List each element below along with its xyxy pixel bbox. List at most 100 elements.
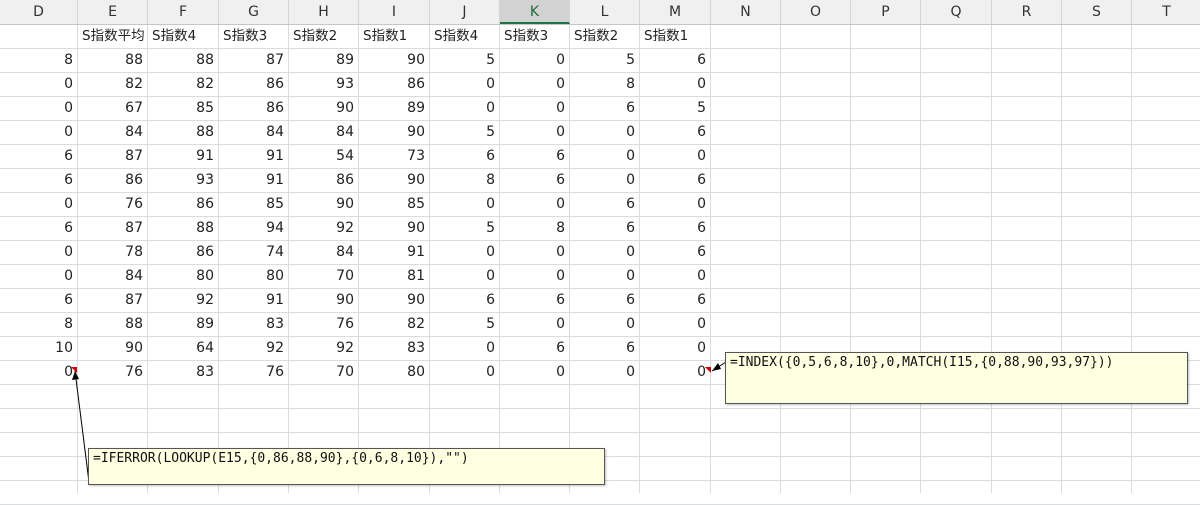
cell-h14[interactable]: 92: [289, 337, 359, 360]
cell-l4[interactable]: 6: [570, 97, 640, 120]
cell-h3[interactable]: 93: [289, 73, 359, 96]
column-header-h[interactable]: H: [289, 0, 359, 24]
cell-f5[interactable]: 88: [148, 121, 219, 144]
cell-j7[interactable]: 8: [430, 169, 500, 192]
column-header-n[interactable]: N: [711, 0, 781, 24]
cell-m1[interactable]: S指数1: [640, 25, 711, 48]
cell-m8[interactable]: 0: [640, 193, 711, 216]
cell-k15[interactable]: 0: [500, 361, 570, 384]
comment-box-index-formula[interactable]: =INDEX({0,5,6,8,10},0,MATCH(I15,{0,88,90…: [725, 352, 1188, 404]
cell-g12[interactable]: 91: [219, 289, 289, 312]
cell-f7[interactable]: 93: [148, 169, 219, 192]
cell-l2[interactable]: 5: [570, 49, 640, 72]
column-header-l[interactable]: L: [570, 0, 640, 24]
cell-j6[interactable]: 6: [430, 145, 500, 168]
cell-i1[interactable]: S指数1: [359, 25, 430, 48]
cell-k1[interactable]: S指数3: [500, 25, 570, 48]
cell-k14[interactable]: 6: [500, 337, 570, 360]
cell-f2[interactable]: 88: [148, 49, 219, 72]
cell-e1[interactable]: S指数平均: [78, 25, 148, 48]
cell-f13[interactable]: 89: [148, 313, 219, 336]
cell-k13[interactable]: 0: [500, 313, 570, 336]
cell-d15[interactable]: 0: [0, 361, 78, 384]
cell-m2[interactable]: 6: [640, 49, 711, 72]
cell-m4[interactable]: 5: [640, 97, 711, 120]
cell-i7[interactable]: 90: [359, 169, 430, 192]
cell-g3[interactable]: 86: [219, 73, 289, 96]
column-header-d[interactable]: D: [0, 0, 78, 24]
cell-m9[interactable]: 6: [640, 217, 711, 240]
cell-d14[interactable]: 10: [0, 337, 78, 360]
cell-i12[interactable]: 90: [359, 289, 430, 312]
cell-h9[interactable]: 92: [289, 217, 359, 240]
cell-i2[interactable]: 90: [359, 49, 430, 72]
column-header-r[interactable]: R: [992, 0, 1062, 24]
cell-d12[interactable]: 6: [0, 289, 78, 312]
cell-k3[interactable]: 0: [500, 73, 570, 96]
cell-e2[interactable]: 88: [78, 49, 148, 72]
cell-e8[interactable]: 76: [78, 193, 148, 216]
cell-e7[interactable]: 86: [78, 169, 148, 192]
cell-f8[interactable]: 86: [148, 193, 219, 216]
column-header-p[interactable]: P: [851, 0, 921, 24]
cell-m12[interactable]: 6: [640, 289, 711, 312]
cell-h6[interactable]: 54: [289, 145, 359, 168]
cell-d2[interactable]: 8: [0, 49, 78, 72]
cell-h11[interactable]: 70: [289, 265, 359, 288]
cell-h8[interactable]: 90: [289, 193, 359, 216]
cell-h2[interactable]: 89: [289, 49, 359, 72]
cell-h5[interactable]: 84: [289, 121, 359, 144]
cell-m13[interactable]: 0: [640, 313, 711, 336]
column-header-j[interactable]: J: [430, 0, 500, 24]
cell-m7[interactable]: 6: [640, 169, 711, 192]
cell-l12[interactable]: 6: [570, 289, 640, 312]
cell-j1[interactable]: S指数4: [430, 25, 500, 48]
column-header-e[interactable]: E: [78, 0, 148, 24]
column-header-q[interactable]: Q: [921, 0, 992, 24]
cell-k8[interactable]: 0: [500, 193, 570, 216]
cell-i9[interactable]: 90: [359, 217, 430, 240]
cell-f10[interactable]: 86: [148, 241, 219, 264]
cell-i3[interactable]: 86: [359, 73, 430, 96]
cell-g1[interactable]: S指数3: [219, 25, 289, 48]
cell-e10[interactable]: 78: [78, 241, 148, 264]
cell-m14[interactable]: 0: [640, 337, 711, 360]
cell-d5[interactable]: 0: [0, 121, 78, 144]
cell-d10[interactable]: 0: [0, 241, 78, 264]
cell-f9[interactable]: 88: [148, 217, 219, 240]
cell-h10[interactable]: 84: [289, 241, 359, 264]
cell-l10[interactable]: 0: [570, 241, 640, 264]
cell-h1[interactable]: S指数2: [289, 25, 359, 48]
column-header-i[interactable]: I: [359, 0, 430, 24]
cell-k5[interactable]: 0: [500, 121, 570, 144]
cell-l11[interactable]: 0: [570, 265, 640, 288]
cell-h13[interactable]: 76: [289, 313, 359, 336]
cell-k4[interactable]: 0: [500, 97, 570, 120]
cell-l3[interactable]: 8: [570, 73, 640, 96]
cell-e9[interactable]: 87: [78, 217, 148, 240]
cell-i5[interactable]: 90: [359, 121, 430, 144]
cell-e15[interactable]: 76: [78, 361, 148, 384]
cell-m15[interactable]: 0: [640, 361, 711, 384]
cell-d8[interactable]: 0: [0, 193, 78, 216]
cell-l6[interactable]: 0: [570, 145, 640, 168]
cell-f3[interactable]: 82: [148, 73, 219, 96]
cell-e13[interactable]: 88: [78, 313, 148, 336]
cell-j15[interactable]: 0: [430, 361, 500, 384]
cell-g7[interactable]: 91: [219, 169, 289, 192]
cell-d9[interactable]: 6: [0, 217, 78, 240]
cell-g15[interactable]: 76: [219, 361, 289, 384]
cell-f14[interactable]: 64: [148, 337, 219, 360]
cell-g10[interactable]: 74: [219, 241, 289, 264]
cell-h4[interactable]: 90: [289, 97, 359, 120]
cell-i4[interactable]: 89: [359, 97, 430, 120]
cell-j5[interactable]: 5: [430, 121, 500, 144]
cell-i15[interactable]: 80: [359, 361, 430, 384]
cell-k11[interactable]: 0: [500, 265, 570, 288]
cell-e14[interactable]: 90: [78, 337, 148, 360]
cell-g8[interactable]: 85: [219, 193, 289, 216]
cell-h15[interactable]: 70: [289, 361, 359, 384]
cell-d11[interactable]: 0: [0, 265, 78, 288]
cell-j13[interactable]: 5: [430, 313, 500, 336]
cell-l13[interactable]: 0: [570, 313, 640, 336]
